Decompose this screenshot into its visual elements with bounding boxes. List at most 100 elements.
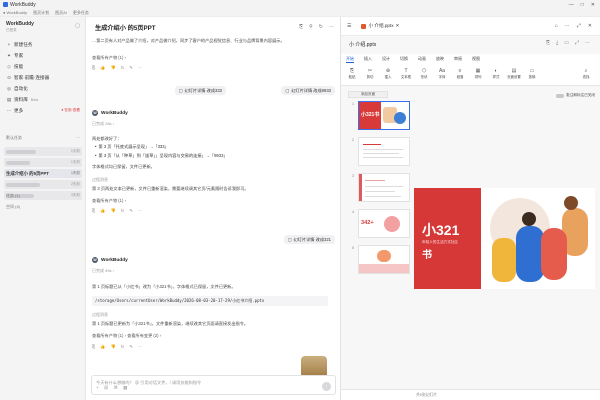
paste-button[interactable]: ⎘ 粘贴 xyxy=(343,68,361,79)
menu-item[interactable]: 图灵计划 xyxy=(33,10,49,16)
find-button[interactable]: ⌕ 查找 xyxy=(577,68,595,79)
thumbs-down-icon[interactable]: 👎 xyxy=(111,344,116,350)
tab-insert[interactable]: 插入 xyxy=(364,56,372,62)
section-space[interactable]: 空间 (4) xyxy=(6,204,80,210)
task-item[interactable]: 2天前 xyxy=(4,180,82,189)
command-icon[interactable]: ⌘ xyxy=(113,385,118,391)
download-icon[interactable]: ⤓ xyxy=(556,40,558,46)
task-item[interactable]: 1天前 xyxy=(4,158,82,167)
slideshow-button[interactable]: ▭ 放映 xyxy=(523,68,541,79)
tab-review[interactable]: 审阅 xyxy=(454,56,462,62)
chat-scroll[interactable]: …第二页有人对产品做了介绍，对产品做介绍，同步了客户的产品视觉信息、行业与品牌背… xyxy=(88,37,338,377)
thumbs-up-icon[interactable]: 👍 xyxy=(100,344,105,350)
grid-icon[interactable]: ▦ xyxy=(123,385,127,391)
shape-button[interactable]: ⬡ 形状 xyxy=(415,68,433,79)
sidebar-item-connectors[interactable]: ⊙ 智家·前瞻·连接器 xyxy=(4,72,82,83)
copy-icon[interactable]: ⎘ xyxy=(92,65,95,71)
view-outputs-link[interactable]: 查看所有产物 (1) › 查看所有变更 (2) › xyxy=(92,333,161,339)
cut-button[interactable]: ✂ 剪切 xyxy=(361,68,379,79)
menu-item[interactable]: ● WorkBuddy xyxy=(3,10,27,15)
slide-thumbnail-2[interactable]: 2 xyxy=(352,137,410,166)
menu-item[interactable]: 图灵AI xyxy=(55,10,67,16)
thumbs-down-icon[interactable]: 👎 xyxy=(111,65,116,71)
textbox-button[interactable]: T 文本框 xyxy=(397,68,415,79)
task-item[interactable]: 1天前 xyxy=(4,147,82,156)
send-button[interactable]: ↑ xyxy=(322,382,331,391)
more-icon[interactable]: ⋯ xyxy=(329,24,334,30)
more-icon[interactable]: ⋯ xyxy=(138,65,142,71)
thumbs-up-icon[interactable]: 👍 xyxy=(100,65,105,71)
slide-canvas[interactable]: 小321 年轻人的生活方式社区 书 xyxy=(414,188,595,289)
close-panel-icon[interactable]: ✕ xyxy=(588,23,592,29)
completed-status[interactable]: 已完成 28s › xyxy=(92,121,114,127)
menu-item[interactable]: 更多任务 xyxy=(73,10,89,16)
close-icon[interactable]: ✕ xyxy=(591,2,595,8)
edit-icon[interactable]: ✎ xyxy=(129,65,133,71)
insert-button[interactable]: ⊕ 插入 xyxy=(379,68,397,79)
task-item-active[interactable]: 生成介绍小 的5页PPT 1天前 xyxy=(4,169,82,178)
composer[interactable]: 今天有什么想做的？ @ 引用对话文件，/ 调用技能和指令 + @ ⌘ ▦ ↑ xyxy=(91,375,336,395)
search-icon[interactable]: ⚲ xyxy=(309,24,313,30)
annotation-toggle[interactable]: 批注和标注已关闭 xyxy=(556,93,595,98)
retry-icon[interactable]: ↻ xyxy=(121,65,125,71)
edit-icon[interactable]: ✎ xyxy=(129,344,133,350)
sidebar-item-skills[interactable]: ◇ 技能 xyxy=(4,61,82,72)
more-icon[interactable]: ⋯ xyxy=(585,40,590,46)
retry-icon[interactable]: ↻ xyxy=(121,344,125,350)
tab-home[interactable]: 开始 xyxy=(346,56,354,63)
page-setup-button[interactable]: ▤ 页面设置 xyxy=(505,68,523,79)
sidebar-item-new-task[interactable]: + 新建任务 xyxy=(4,39,82,50)
slide-thumbnail-5[interactable]: 5 xyxy=(352,245,410,274)
sidebar-item-automation[interactable]: ◎ 自动化 xyxy=(4,83,82,94)
fullscreen-icon[interactable]: ⤢ xyxy=(575,40,579,46)
completed-status[interactable]: 已完成 49s › xyxy=(92,268,114,274)
sidebar-item-experts[interactable]: ✦ 专家 xyxy=(4,50,82,61)
file-path[interactable]: /storage/Users/currentUser/WorkBuddy/202… xyxy=(92,296,328,306)
font-button[interactable]: Aa 字体 xyxy=(433,68,451,79)
style-button[interactable]: ◐ 样式 xyxy=(487,68,505,79)
copy-icon[interactable]: ⎘ xyxy=(92,208,95,214)
sidebar-item-library[interactable]: ▤ 资料库 Beta xyxy=(4,94,82,105)
menu-icon[interactable]: ☰ xyxy=(347,23,351,29)
tasks-more-icon[interactable]: ··· xyxy=(76,135,80,141)
view-outputs-link[interactable]: 查看所有产物 (1) › xyxy=(92,198,126,204)
window-icon[interactable]: ▭ xyxy=(564,40,569,46)
copy-icon[interactable]: ⎘ xyxy=(92,344,95,350)
tab-animation[interactable]: 动画 xyxy=(418,56,426,62)
process-label[interactable]: 过程消息 xyxy=(92,312,108,318)
view-outputs-link[interactable]: 查看所有产物 (1) › xyxy=(92,55,126,61)
more-icon[interactable]: ⋯ xyxy=(138,208,142,214)
process-label[interactable]: 过程消息 xyxy=(92,177,108,183)
home-icon[interactable]: ⌂ xyxy=(555,23,558,29)
copy-icon[interactable]: ⎘ xyxy=(299,24,303,30)
refresh-icon[interactable]: ↻ xyxy=(319,24,323,30)
tab-view[interactable]: 视图 xyxy=(472,56,480,62)
tab-slideshow[interactable]: 放映 xyxy=(436,56,444,62)
paragraph-button[interactable]: ≡ 段落 xyxy=(451,68,469,79)
add-attachment-icon[interactable]: + xyxy=(96,385,99,391)
arrange-button[interactable]: ▦ 排列 xyxy=(469,68,487,79)
maximize-icon[interactable]: □ xyxy=(581,2,584,8)
sidebar-collapse-icon[interactable]: ▢ xyxy=(75,23,80,29)
expand-icon[interactable]: ⤢ xyxy=(577,23,581,29)
more-icon[interactable]: ⋯ xyxy=(565,23,570,29)
retry-icon[interactable]: ↻ xyxy=(121,208,125,214)
section-task[interactable]: 任务 (1) xyxy=(6,193,80,199)
workspace-switcher[interactable]: WorkBuddy 已登录 xyxy=(6,21,34,33)
slide-thumbnail-4[interactable]: 4 342+ xyxy=(352,209,410,238)
add-slide-button[interactable]: 添加页面 xyxy=(348,91,388,98)
sidebar-item-more[interactable]: ⋯ 更多 ● 在用·查看 xyxy=(4,105,82,116)
close-tab-icon[interactable]: ✕ xyxy=(396,23,400,29)
thumbs-down-icon[interactable]: 👎 xyxy=(111,208,116,214)
tab-transition[interactable]: 切换 xyxy=(400,56,408,62)
slide-thumbnail-3[interactable]: 3 xyxy=(352,173,410,202)
minimize-icon[interactable]: — xyxy=(569,2,574,8)
thumbs-up-icon[interactable]: 👍 xyxy=(100,208,105,214)
more-icon[interactable]: ⋯ xyxy=(138,344,142,350)
file-tab[interactable]: 小 介绍.pptx ✕ xyxy=(361,23,399,29)
copy-icon[interactable]: ⎘ xyxy=(546,40,550,46)
mention-icon[interactable]: @ xyxy=(104,385,109,391)
toggle-switch[interactable] xyxy=(556,93,565,98)
slide-thumbnail-1[interactable]: 1 小321书 xyxy=(352,101,410,130)
edit-icon[interactable]: ✎ xyxy=(129,208,133,214)
